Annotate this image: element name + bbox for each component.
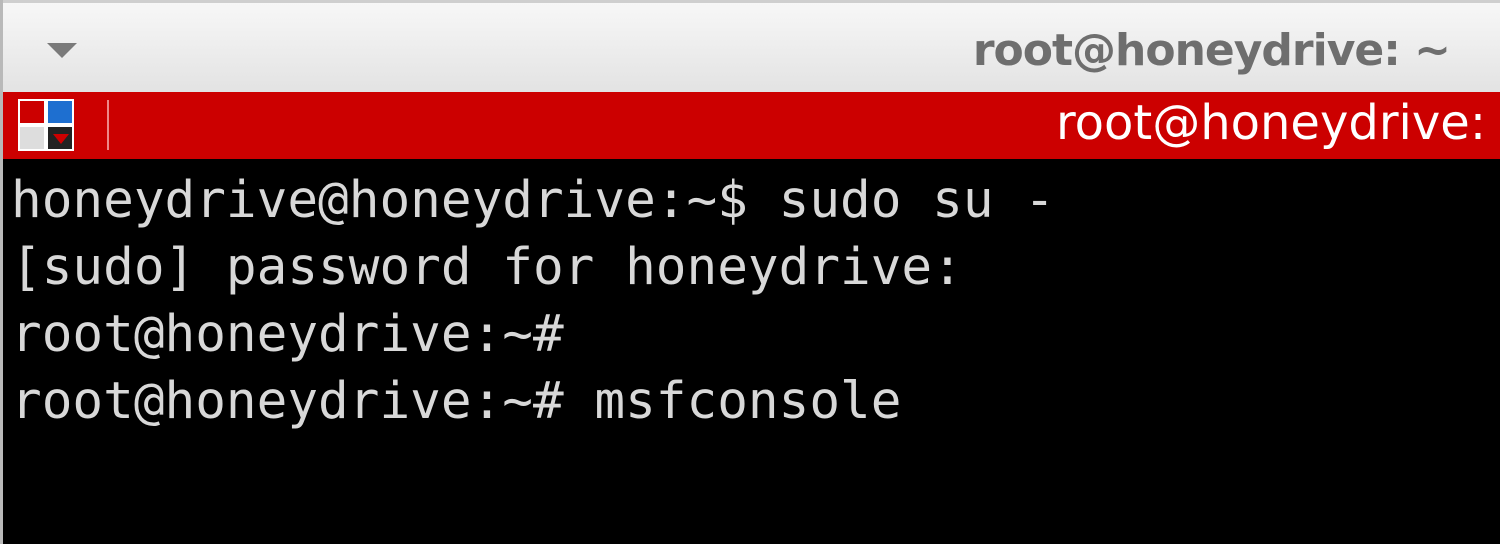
terminal-output[interactable]: honeydrive@honeydrive:~$ sudo su - [sudo… bbox=[3, 159, 1500, 544]
terminal-line: root@honeydrive:~# bbox=[11, 305, 564, 364]
terminal-app-icon[interactable] bbox=[17, 98, 77, 154]
tab-root-honeydrive[interactable]: root@honeydrive: bbox=[1056, 95, 1486, 151]
tab-separator bbox=[107, 100, 109, 150]
window-title: root@honeydrive: ~ bbox=[972, 25, 1451, 76]
window-titlebar[interactable]: root@honeydrive: ~ bbox=[3, 0, 1500, 92]
terminal-window: root@honeydrive: ~ root@honeydrive: hone… bbox=[0, 0, 1500, 544]
terminal-line: [sudo] password for honeydrive: bbox=[11, 238, 963, 297]
terminal-line: root@honeydrive:~# msfconsole bbox=[11, 372, 902, 431]
terminal-line: honeydrive@honeydrive:~$ sudo su - bbox=[11, 171, 1055, 230]
tab-bar: root@honeydrive: bbox=[3, 92, 1500, 159]
window-menu-arrow-icon[interactable] bbox=[47, 43, 77, 58]
